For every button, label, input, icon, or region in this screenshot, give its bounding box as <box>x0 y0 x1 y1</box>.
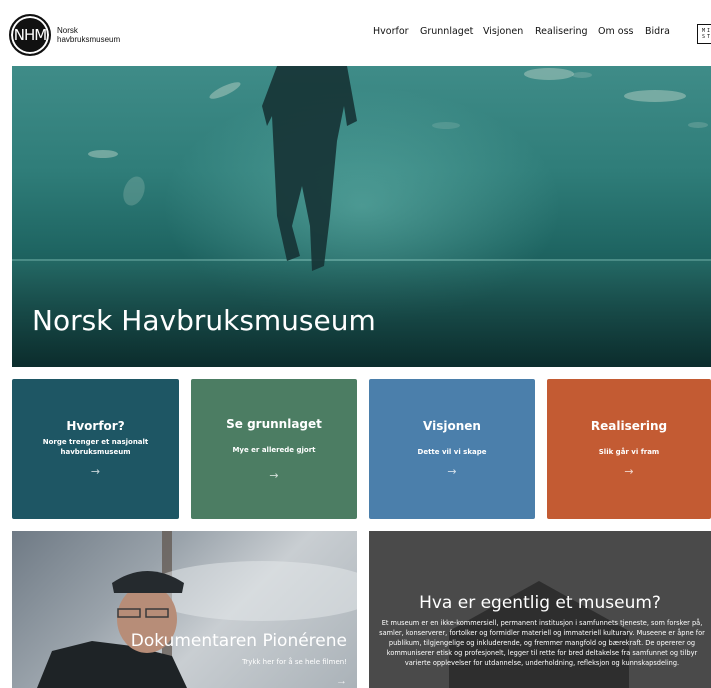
card-hvorfor[interactable]: Hvorfor? Norge trenger et nasjonalt havb… <box>12 379 179 519</box>
logo-wordmark: Norsk havbruksmuseum <box>57 26 120 44</box>
card-subtitle: Norge trenger et nasjonalt havbruksmuseu… <box>42 438 149 456</box>
logo-line-1: Norsk <box>57 26 78 35</box>
arrow-right-icon: → <box>90 465 101 478</box>
arrow-right-icon: → <box>269 469 279 482</box>
nav-realisering[interactable]: Realisering <box>535 26 588 37</box>
nav-om-oss[interactable]: Om oss <box>598 26 633 37</box>
site-logo[interactable]: NHM Norsk havbruksmuseum <box>9 14 120 56</box>
fish-shape <box>572 72 592 78</box>
card-subtitle: Mye er allerede gjort <box>232 446 316 454</box>
documentary-title: Dokumentaren Pionérene <box>130 631 347 651</box>
secondary-logo-button[interactable]: MI ST <box>697 24 711 44</box>
nav-bidra[interactable]: Bidra <box>645 26 670 37</box>
card-title: Se grunnlaget <box>226 417 322 431</box>
fish-shape <box>624 90 686 102</box>
card-subtitle: Slik går vi fram <box>598 448 660 456</box>
card-visjonen[interactable]: Visjonen Dette vil vi skape → <box>369 379 535 519</box>
fish-shape <box>524 68 574 80</box>
fish-shape <box>432 122 460 129</box>
card-grunnlaget[interactable]: Se grunnlaget Mye er allerede gjort → <box>191 379 357 519</box>
card-title: Realisering <box>590 419 668 433</box>
logo-mark: NHM <box>9 14 51 56</box>
card-subtitle: Dette vil vi skape <box>417 448 487 456</box>
site-header: NHM Norsk havbruksmuseum Hvorfor Grunnla… <box>0 0 711 66</box>
nav-hvorfor[interactable]: Hvorfor <box>373 26 409 37</box>
card-title: Hvorfor? <box>66 419 125 433</box>
arrow-right-icon: → <box>447 465 457 478</box>
arrow-right-icon: → <box>624 465 634 478</box>
card-realisering[interactable]: Realisering Slik går vi fram → <box>547 379 711 519</box>
fish-shape <box>688 122 708 128</box>
museum-definition-panel: Hva er egentlig et museum? Et museum er … <box>369 531 711 688</box>
walking-person-figure <box>262 66 357 271</box>
nav-grunnlaget[interactable]: Grunnlaget <box>420 26 473 37</box>
arrow-right-icon: → <box>336 675 347 687</box>
museum-definition-text: Et museum er en ikke-kommersiell, perman… <box>379 619 705 667</box>
card-title: Visjonen <box>423 419 481 433</box>
fish-shape <box>88 150 118 158</box>
logo-line-2: havbruksmuseum <box>57 35 121 44</box>
hero-banner: Norsk Havbruksmuseum <box>12 66 711 367</box>
fish-shape <box>119 173 149 209</box>
hero-title: Norsk Havbruksmuseum <box>32 304 376 337</box>
museum-title: Hva er egentlig et museum? <box>419 593 661 613</box>
documentary-subtitle: Trykk her for å se hele filmen! <box>242 658 347 666</box>
documentary-banner[interactable]: Dokumentaren Pionérene Trykk her for å s… <box>12 531 357 688</box>
nav-visjonen[interactable]: Visjonen <box>483 26 523 37</box>
